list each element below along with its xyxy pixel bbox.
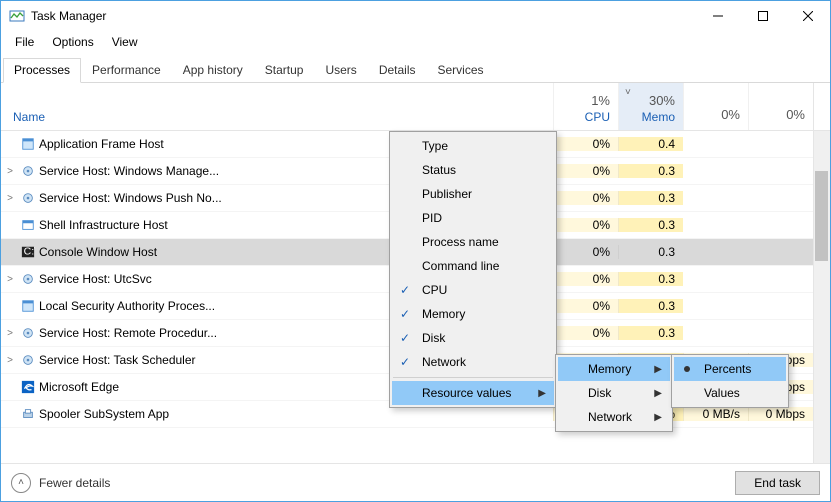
- table-header: Name 1% CPU ˅ 30% Memo 0% 0%: [1, 83, 830, 131]
- process-icon: [19, 353, 37, 367]
- menu-item[interactable]: ✓Memory: [392, 302, 554, 326]
- cell-cpu: 0%: [553, 272, 618, 286]
- cell-memory: 0.3: [618, 164, 683, 178]
- check-icon: ✓: [400, 283, 410, 297]
- vertical-scrollbar[interactable]: [813, 131, 830, 463]
- menu-item-resource-values[interactable]: Resource values▶: [392, 381, 554, 405]
- cell-cpu: 0%: [553, 299, 618, 313]
- menu-item[interactable]: Network▶: [558, 405, 670, 429]
- cell-memory: 0.3: [618, 245, 683, 259]
- menu-item[interactable]: Process name: [392, 230, 554, 254]
- expand-toggle[interactable]: >: [1, 166, 19, 177]
- close-button[interactable]: [785, 1, 830, 31]
- column-header-name[interactable]: Name: [1, 83, 553, 130]
- tab-services[interactable]: Services: [427, 58, 495, 83]
- tab-details[interactable]: Details: [368, 58, 427, 83]
- submenu-arrow-icon: ▶: [654, 364, 662, 375]
- menu-item[interactable]: Percents: [674, 357, 786, 381]
- tab-users[interactable]: Users: [314, 58, 367, 83]
- window-title: Task Manager: [31, 9, 695, 23]
- process-table: Name 1% CPU ˅ 30% Memo 0% 0%: [1, 83, 830, 463]
- menu-item[interactable]: Values: [674, 381, 786, 405]
- process-icon: [19, 272, 37, 286]
- sort-indicator-icon: ˅: [625, 87, 631, 98]
- expand-toggle[interactable]: >: [1, 193, 19, 204]
- column-header-memory[interactable]: ˅ 30% Memo: [618, 83, 683, 130]
- cell-cpu: 0%: [553, 218, 618, 232]
- cell-network: 0 Mbps: [748, 407, 813, 421]
- menu-item[interactable]: Status: [392, 158, 554, 182]
- menubar: File Options View: [1, 31, 830, 53]
- cell-memory: 0.3: [618, 326, 683, 340]
- menu-file[interactable]: File: [7, 33, 42, 51]
- scrollbar-thumb[interactable]: [815, 171, 828, 261]
- process-icon: [19, 299, 37, 313]
- radio-dot-icon: [684, 366, 690, 372]
- menu-item[interactable]: ✓CPU: [392, 278, 554, 302]
- submenu-arrow-icon: ▶: [538, 388, 546, 399]
- column-context-menu: TypeStatusPublisherPIDProcess nameComman…: [389, 131, 557, 408]
- menu-separator: [393, 377, 553, 378]
- menu-item[interactable]: ✓Disk: [392, 326, 554, 350]
- cell-memory: 0.3: [618, 218, 683, 232]
- menu-item[interactable]: ✓Network: [392, 350, 554, 374]
- submenu-arrow-icon: ▶: [654, 412, 662, 423]
- cell-memory: 0.3: [618, 191, 683, 205]
- submenu-arrow-icon: ▶: [654, 388, 662, 399]
- tab-startup[interactable]: Startup: [254, 58, 315, 83]
- column-header-cpu[interactable]: 1% CPU: [553, 83, 618, 130]
- cell-memory: 0.4: [618, 137, 683, 151]
- resource-values-submenu: Memory▶Disk▶Network▶: [555, 354, 673, 432]
- column-header-disk[interactable]: 0%: [683, 83, 748, 130]
- process-icon: [19, 407, 37, 421]
- chevron-up-icon: ˄: [11, 473, 31, 493]
- cell-memory: 0.3: [618, 299, 683, 313]
- cell-cpu: 0%: [553, 326, 618, 340]
- minimize-button[interactable]: [695, 1, 740, 31]
- expand-toggle[interactable]: >: [1, 355, 19, 366]
- cell-cpu: 0%: [553, 245, 618, 259]
- expand-toggle[interactable]: >: [1, 328, 19, 339]
- task-manager-window: Task Manager File Options View Processes…: [0, 0, 831, 502]
- menu-item[interactable]: PID: [392, 206, 554, 230]
- tab-performance[interactable]: Performance: [81, 58, 172, 83]
- cell-cpu: 0%: [553, 191, 618, 205]
- task-manager-icon: [9, 8, 25, 24]
- process-icon: [19, 164, 37, 178]
- process-icon: [19, 218, 37, 232]
- process-icon: [19, 137, 37, 151]
- menu-item[interactable]: Type: [392, 134, 554, 158]
- maximize-button[interactable]: [740, 1, 785, 31]
- tabbar: Processes Performance App history Startu…: [1, 53, 830, 83]
- scrollbar-gutter: [813, 83, 830, 130]
- column-header-network[interactable]: 0%: [748, 83, 813, 130]
- fewer-details-button[interactable]: ˄ Fewer details: [11, 473, 735, 493]
- process-icon: [19, 326, 37, 340]
- menu-item[interactable]: Publisher: [392, 182, 554, 206]
- cell-memory: 0.3: [618, 272, 683, 286]
- process-icon: [19, 191, 37, 205]
- check-icon: ✓: [400, 307, 410, 321]
- menu-item[interactable]: Disk▶: [558, 381, 670, 405]
- tab-processes[interactable]: Processes: [3, 58, 81, 83]
- tab-app-history[interactable]: App history: [172, 58, 254, 83]
- menu-view[interactable]: View: [104, 33, 146, 51]
- memory-values-submenu: PercentsValues: [671, 354, 789, 408]
- cell-cpu: 0%: [553, 137, 618, 151]
- menu-item[interactable]: Command line: [392, 254, 554, 278]
- footer: ˄ Fewer details End task: [1, 463, 830, 501]
- cell-disk: 0 MB/s: [683, 407, 748, 421]
- check-icon: ✓: [400, 331, 410, 345]
- end-task-button[interactable]: End task: [735, 471, 820, 495]
- titlebar: Task Manager: [1, 1, 830, 31]
- cell-cpu: 0%: [553, 164, 618, 178]
- process-icon: C:\: [19, 245, 37, 259]
- svg-text:C:\: C:\: [24, 246, 35, 258]
- check-icon: ✓: [400, 355, 410, 369]
- expand-toggle[interactable]: >: [1, 274, 19, 285]
- menu-item[interactable]: Memory▶: [558, 357, 670, 381]
- process-name: Spooler SubSystem App: [37, 407, 553, 421]
- process-icon: [19, 380, 37, 394]
- menu-options[interactable]: Options: [44, 33, 101, 51]
